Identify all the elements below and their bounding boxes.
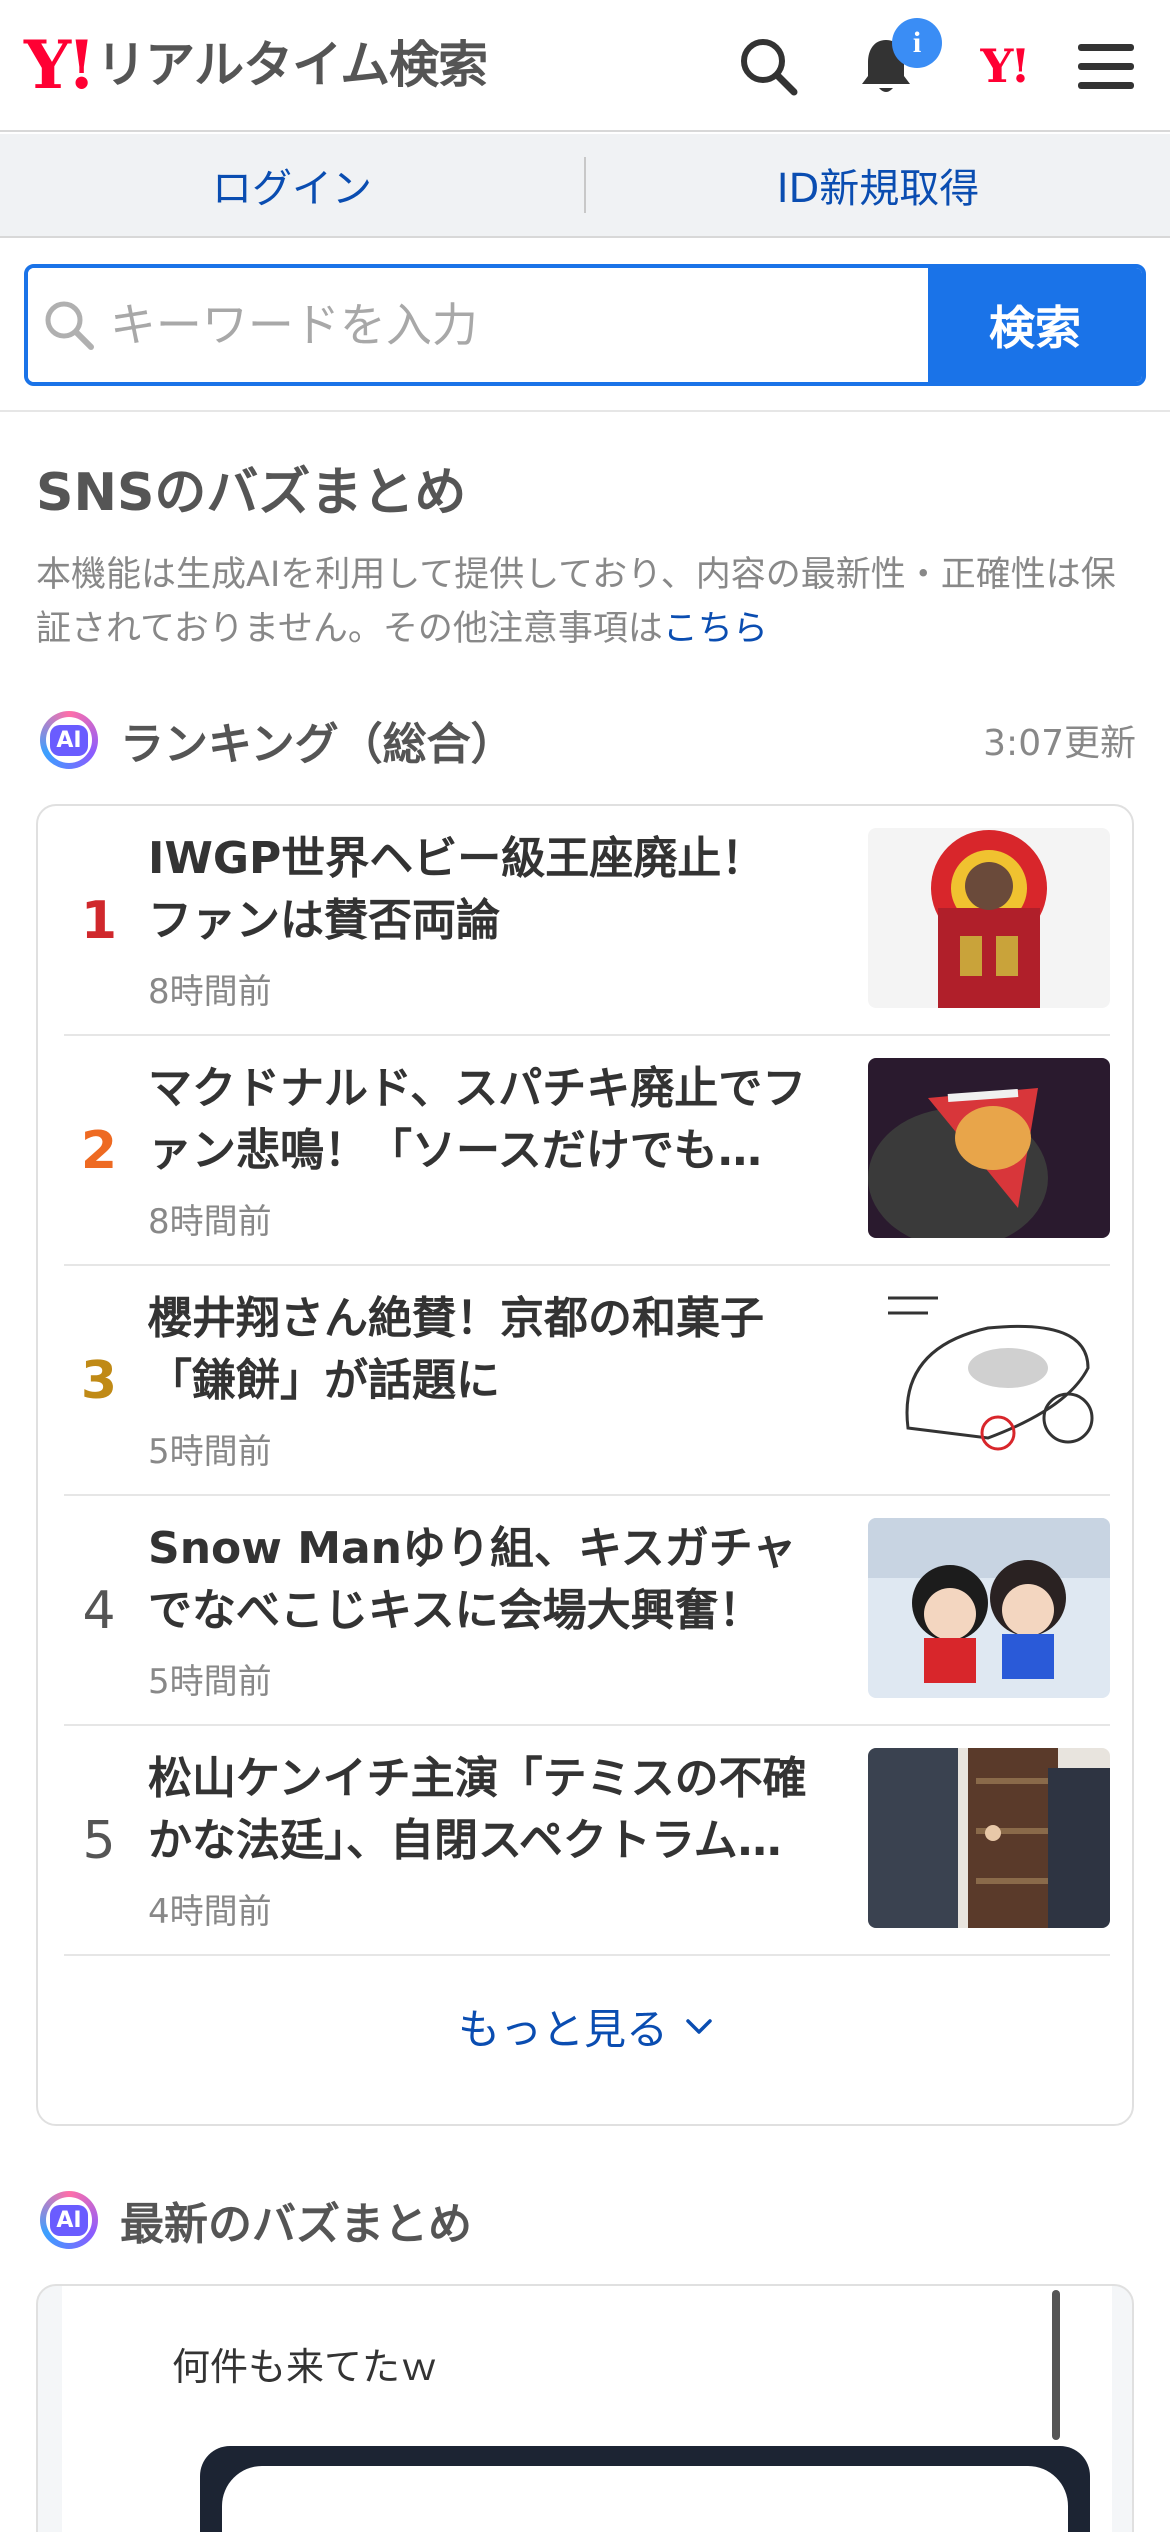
login-link[interactable]: ログイン (0, 156, 584, 214)
header-search-button[interactable] (732, 30, 804, 102)
ranking-item-time: 4時間前 (148, 1892, 272, 1932)
ranking-item-time: 8時間前 (148, 972, 272, 1012)
post-embedded-media-inner (222, 2466, 1068, 2532)
search-field-icon-wrap (28, 297, 110, 353)
chevron-down-icon (686, 2019, 712, 2034)
post-text: 何件も来てたｗ (172, 2345, 439, 2389)
yahoo-logo-mark: Y! (24, 26, 96, 104)
rank-number: 4 (82, 1581, 116, 1641)
ranking-item-thumbnail (868, 828, 1110, 1008)
rank-number: 3 (80, 1351, 118, 1411)
notification-badge: i (892, 18, 942, 68)
buzz-heading: SNSのバズまとめ (36, 463, 467, 523)
show-more-label: もっと見る (457, 2004, 668, 2054)
ranking-item-time: 5時間前 (148, 1662, 272, 1702)
embedded-post: 何件も来てたｗ (62, 2286, 1112, 2532)
section-divider (0, 410, 1170, 412)
account-bar: ログイン ID新規取得 (0, 134, 1170, 238)
latest-buzz-title: 最新のバズまとめ (120, 2199, 472, 2250)
ranking-item-title: 松山ケンイチ主演「テミスの不確かな法廷」、自閉スペクトラム症... (148, 1753, 807, 1866)
ranking-card: 1 IWGP世界ヘビー級王座廃止！ファンは賛否両論 8時間前 2 マクドナルド、… (36, 804, 1134, 2126)
notification-button[interactable]: i (850, 18, 942, 102)
signup-link[interactable]: ID新規取得 (586, 156, 1170, 214)
ranking-item-1[interactable]: 1 IWGP世界ヘビー級王座廃止！ファンは賛否両論 8時間前 (64, 806, 1110, 1036)
ai-icon-label: AI (50, 724, 88, 756)
ranking-updated-time: 3:07更新 (983, 723, 1136, 764)
latest-buzz-header: AI 最新のバズまとめ (40, 2190, 472, 2250)
ranking-item-title: Snow Manゆり組、キスガチャでなべこじキスに会場大興奮！ (148, 1523, 797, 1636)
ranking-item-thumbnail (868, 1748, 1110, 1928)
disclaimer-link[interactable]: こちら (663, 609, 768, 649)
yahoo-japan-top-link[interactable]: Y! (968, 30, 1040, 102)
ai-disclaimer-text: 本機能は生成AIを利用して提供しており、内容の最新性・正確性は保証されておりませ… (36, 555, 1116, 649)
yahoo-realtime-logo[interactable]: Y! リアルタイム検索 (24, 26, 488, 104)
show-more-button[interactable]: もっと見る (38, 1976, 1136, 2076)
ai-icon: AI (40, 711, 98, 769)
logo-service-name: リアルタイム検索 (96, 36, 488, 94)
hamburger-menu-icon (1078, 44, 1134, 89)
post-embedded-media (200, 2446, 1090, 2532)
yahoo-japan-logo: Y! (980, 39, 1030, 93)
ai-icon-label: AI (50, 2204, 88, 2236)
ranking-item-thumbnail (868, 1058, 1110, 1238)
latest-buzz-card[interactable]: 何件も来てたｗ (36, 2284, 1134, 2532)
ranking-item-3[interactable]: 3 櫻井翔さん絶賛！京都の和菓子「鎌餅」が話題に 5時間前 (64, 1266, 1110, 1496)
search-form: 検索 (24, 264, 1146, 386)
rank-number: 1 (80, 891, 118, 951)
ranking-item-title: マクドナルド、スパチキ廃止でファン悲鳴！「ソースだけでも売... (148, 1063, 807, 1176)
ai-disclaimer: 本機能は生成AIを利用して提供しており、内容の最新性・正確性は保証されておりませ… (36, 548, 1146, 656)
post-scrollbar[interactable] (1052, 2290, 1060, 2440)
ranking-item-thumbnail (868, 1288, 1110, 1468)
ranking-item-thumbnail (868, 1518, 1110, 1698)
ranking-item-time: 5時間前 (148, 1432, 272, 1472)
rank-number: 5 (82, 1811, 116, 1871)
ranking-item-time: 8時間前 (148, 1202, 272, 1242)
search-button[interactable]: 検索 (928, 268, 1142, 382)
ranking-item-title: IWGP世界ヘビー級王座廃止！ファンは賛否両論 (148, 833, 766, 946)
search-icon (45, 301, 94, 350)
ai-icon-inner: AI (46, 2197, 92, 2243)
rank-number: 2 (80, 1121, 118, 1181)
menu-button[interactable] (1070, 30, 1142, 102)
ranking-title: ランキング（総合） (120, 719, 515, 770)
ai-icon-inner: AI (46, 717, 92, 763)
ranking-item-4[interactable]: 4 Snow Manゆり組、キスガチャでなべこじキスに会場大興奮！ 5時間前 (64, 1496, 1110, 1726)
ranking-header: AI ランキング（総合） 3:07更新 (40, 710, 1136, 770)
search-icon (741, 39, 798, 96)
ranking-item-title: 櫻井翔さん絶賛！京都の和菓子「鎌餅」が話題に (148, 1293, 764, 1406)
app-header: Y! リアルタイム検索 i Y! (0, 0, 1170, 132)
ranking-item-2[interactable]: 2 マクドナルド、スパチキ廃止でファン悲鳴！「ソースだけでも売... 8時間前 (64, 1036, 1110, 1266)
ranking-item-5[interactable]: 5 松山ケンイチ主演「テミスの不確かな法廷」、自閉スペクトラム症... 4時間前 (64, 1726, 1110, 1956)
search-input[interactable] (109, 298, 928, 352)
ai-icon: AI (40, 2191, 98, 2249)
search-field (28, 268, 928, 382)
